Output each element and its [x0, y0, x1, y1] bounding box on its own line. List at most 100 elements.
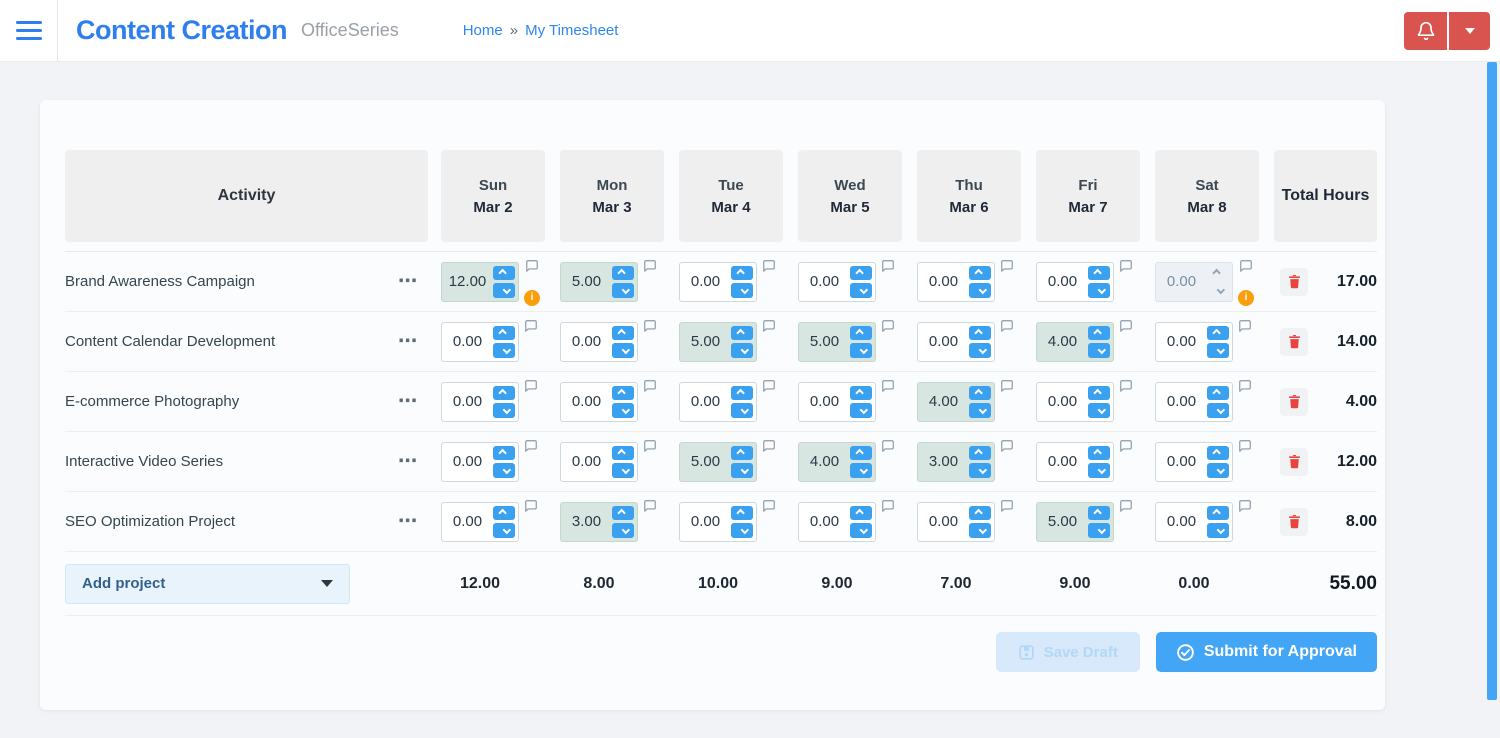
comment-icon[interactable] [1238, 499, 1252, 513]
increment-button[interactable] [969, 325, 991, 340]
decrement-button[interactable] [731, 523, 753, 538]
comment-icon[interactable] [1000, 439, 1014, 453]
increment-button[interactable] [493, 505, 515, 520]
comment-icon[interactable] [524, 379, 538, 393]
increment-button[interactable] [1207, 385, 1229, 400]
decrement-button[interactable] [850, 283, 872, 298]
comment-icon[interactable] [762, 439, 776, 453]
row-options-ellipsis[interactable]: ⋯ [398, 452, 419, 471]
comment-icon[interactable] [1000, 259, 1014, 273]
add-project-select[interactable]: Add project [65, 563, 350, 604]
hours-input[interactable]: 0.00 [1155, 501, 1233, 542]
hours-input[interactable]: 4.00 [1036, 321, 1114, 362]
comment-icon[interactable] [1119, 499, 1133, 513]
hours-input[interactable]: 5.00 [560, 261, 638, 302]
increment-button[interactable] [1207, 505, 1229, 520]
increment-button[interactable] [731, 505, 753, 520]
vertical-scrollbar[interactable] [1487, 62, 1497, 700]
increment-button[interactable] [612, 385, 634, 400]
comment-icon[interactable] [1238, 319, 1252, 333]
comment-icon[interactable] [1119, 379, 1133, 393]
hours-input[interactable]: 12.00 [441, 261, 519, 302]
comment-icon[interactable] [1239, 259, 1253, 273]
comment-icon[interactable] [643, 319, 657, 333]
comment-icon[interactable] [1119, 319, 1133, 333]
decrement-button[interactable] [493, 343, 515, 358]
increment-button[interactable] [493, 265, 515, 280]
hours-input[interactable]: 0.00 [917, 501, 995, 542]
hours-input[interactable]: 0.00 [798, 261, 876, 302]
decrement-button[interactable] [1088, 343, 1110, 358]
increment-button[interactable] [1088, 265, 1110, 280]
decrement-button[interactable] [969, 283, 991, 298]
increment-button[interactable] [1088, 505, 1110, 520]
hours-input[interactable]: 3.00 [917, 441, 995, 482]
menu-button[interactable] [0, 0, 58, 61]
hours-input[interactable]: 0.00 [441, 501, 519, 542]
hours-input[interactable]: 0.00 [1155, 381, 1233, 422]
comment-icon[interactable] [643, 499, 657, 513]
comment-icon[interactable] [524, 439, 538, 453]
comment-icon[interactable] [643, 259, 657, 273]
increment-button[interactable] [1207, 325, 1229, 340]
row-options-ellipsis[interactable]: ⋯ [398, 332, 419, 351]
hours-input[interactable]: 0.00 [441, 441, 519, 482]
comment-icon[interactable] [881, 499, 895, 513]
increment-button[interactable] [493, 325, 515, 340]
increment-button[interactable] [612, 265, 634, 280]
hours-input[interactable]: 5.00 [1036, 501, 1114, 542]
hours-input[interactable]: 0.00 [441, 321, 519, 362]
decrement-button[interactable] [969, 403, 991, 418]
row-options-ellipsis[interactable]: ⋯ [398, 272, 419, 291]
hours-input[interactable]: 0.00 [798, 381, 876, 422]
increment-button[interactable] [1088, 325, 1110, 340]
hours-input[interactable]: 4.00 [798, 441, 876, 482]
increment-button[interactable] [731, 445, 753, 460]
comment-icon[interactable] [1000, 319, 1014, 333]
increment-button[interactable] [850, 265, 872, 280]
increment-button[interactable] [850, 445, 872, 460]
delete-row-button[interactable] [1280, 327, 1308, 356]
hours-input[interactable]: 5.00 [679, 321, 757, 362]
decrement-button[interactable] [1207, 463, 1229, 478]
increment-button[interactable] [969, 265, 991, 280]
comment-icon[interactable] [643, 379, 657, 393]
decrement-button[interactable] [493, 403, 515, 418]
decrement-button[interactable] [1207, 523, 1229, 538]
increment-button[interactable] [969, 385, 991, 400]
decrement-button[interactable] [969, 523, 991, 538]
comment-icon[interactable] [881, 319, 895, 333]
decrement-button[interactable] [969, 343, 991, 358]
comment-icon[interactable] [881, 259, 895, 273]
comment-icon[interactable] [881, 379, 895, 393]
decrement-button[interactable] [850, 343, 872, 358]
increment-button[interactable] [1207, 445, 1229, 460]
comment-icon[interactable] [762, 499, 776, 513]
hours-input[interactable]: 4.00 [917, 381, 995, 422]
decrement-button[interactable] [612, 343, 634, 358]
comment-icon[interactable] [643, 439, 657, 453]
decrement-button[interactable] [731, 403, 753, 418]
increment-button[interactable] [731, 385, 753, 400]
decrement-button[interactable] [850, 403, 872, 418]
comment-icon[interactable] [762, 379, 776, 393]
increment-button[interactable] [612, 445, 634, 460]
decrement-button[interactable] [612, 283, 634, 298]
row-options-ellipsis[interactable]: ⋯ [398, 392, 419, 411]
delete-row-button[interactable] [1280, 267, 1308, 296]
hours-input[interactable]: 5.00 [679, 441, 757, 482]
hours-input[interactable]: 0.00 [1155, 441, 1233, 482]
increment-button[interactable] [850, 385, 872, 400]
decrement-button[interactable] [731, 283, 753, 298]
decrement-button[interactable] [969, 463, 991, 478]
delete-row-button[interactable] [1280, 387, 1308, 416]
decrement-button[interactable] [612, 403, 634, 418]
increment-button[interactable] [493, 445, 515, 460]
decrement-button[interactable] [493, 523, 515, 538]
increment-button[interactable] [731, 265, 753, 280]
hours-input[interactable]: 0.00 [1036, 381, 1114, 422]
increment-button[interactable] [850, 325, 872, 340]
comment-icon[interactable] [524, 499, 538, 513]
hours-input[interactable]: 0.00 [798, 501, 876, 542]
increment-button[interactable] [969, 505, 991, 520]
